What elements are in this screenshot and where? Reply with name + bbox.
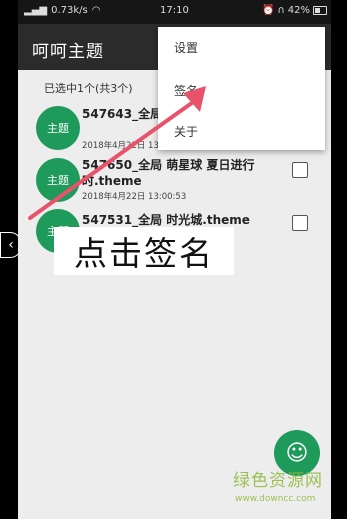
watermark-url: www.downcc.com	[235, 494, 316, 504]
smiley-icon: ☺	[285, 440, 309, 466]
annotation-label: 点击签名	[54, 227, 234, 275]
arrow-shaft	[28, 98, 198, 220]
watermark-text: 绿色资源网	[233, 471, 323, 491]
phone-screen: ▂▄▆ 0.73k/s ◠ 17:10 ⏰ ∩ 42% 呵呵主题 已选中1个(共…	[18, 0, 331, 519]
